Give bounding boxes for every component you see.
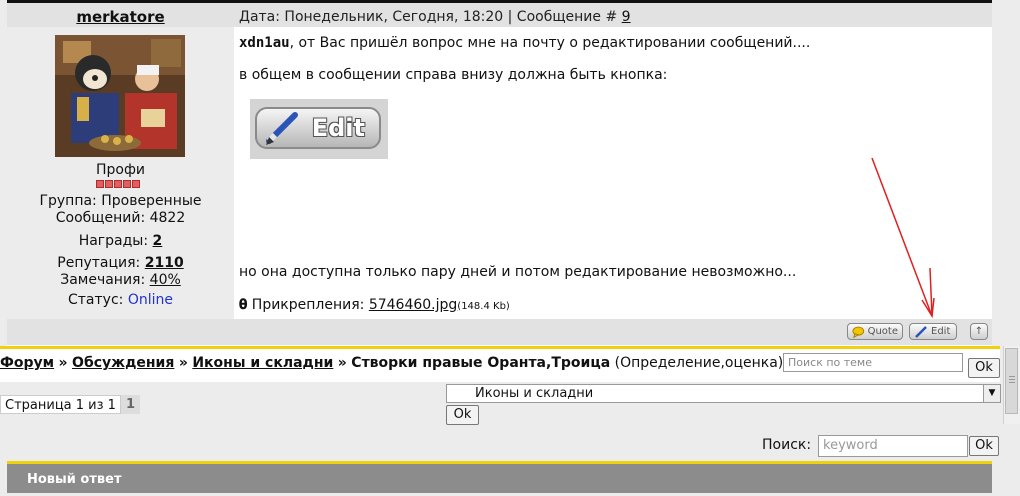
post-text-1: , от Вас пришёл вопрос мне на почту о ре… <box>289 35 811 51</box>
breadcrumb-separator: » <box>58 355 68 371</box>
topic-title: Створки правые Оранта,Троица <box>351 355 611 371</box>
breadcrumb: Форум » Обсуждения » Иконы и складни » С… <box>0 355 783 371</box>
search-placeholder: keyword <box>823 438 878 453</box>
warnings-link[interactable]: 40% <box>150 272 181 288</box>
annotation-arrows <box>871 157 935 319</box>
post-line-1: xdn1au, от Вас пришёл вопрос мне на почт… <box>239 35 810 51</box>
post-date: Дата: Понедельник, Сегодня, 18:20 | Сооб… <box>239 9 618 25</box>
awards-label: Награды: <box>78 233 149 249</box>
breadcrumb-separator: » <box>178 355 188 371</box>
post-number-link[interactable]: 9 <box>622 9 631 25</box>
attach-file-link[interactable]: 5746460.jpg <box>369 297 457 313</box>
search-ok-button[interactable]: Ok <box>969 436 999 456</box>
awards-link[interactable]: 2 <box>153 233 163 249</box>
topic-search-placeholder: Поиск по теме <box>788 356 872 369</box>
author-column: Профи Группа: Проверенные Сообщений: 482… <box>7 27 234 319</box>
author-reputation: Репутация: 2110 <box>7 255 234 271</box>
reputation-link[interactable]: 2110 <box>145 255 184 271</box>
author-header: merkatore <box>7 3 234 27</box>
post-line-2: в общем в сообщении справа внизу должна … <box>239 67 668 83</box>
new-reply-header: Новый ответ <box>7 464 992 493</box>
topic-search-ok-button[interactable]: Ok <box>968 358 1000 378</box>
post-header: Дата: Понедельник, Сегодня, 18:20 | Сооб… <box>234 3 992 27</box>
author-group: Группа: Проверенные <box>39 193 202 209</box>
forum-jump-ok-button[interactable]: Ok <box>446 405 479 425</box>
rank-pip <box>123 180 131 188</box>
topic-search-input[interactable]: Поиск по теме <box>783 353 963 372</box>
search-input[interactable]: keyword <box>818 435 968 457</box>
breadcrumb-forum[interactable]: Форум <box>0 355 54 371</box>
author-status: Статус: Online <box>7 292 234 308</box>
scrollbar-thumb[interactable] <box>1005 348 1018 414</box>
pagination-label: Страница 1 из 1 <box>0 395 121 414</box>
pagination: Страница 1 из 1 1 <box>0 395 140 414</box>
rank-pip <box>96 180 104 188</box>
post-line-3: но она доступна только пару дней и потом… <box>239 264 797 280</box>
edit-image-button: Edit <box>255 107 381 149</box>
breadcrumb-icons[interactable]: Иконы и складни <box>192 355 333 371</box>
page-1[interactable]: 1 <box>120 395 140 414</box>
rank-pip <box>132 180 140 188</box>
status-online: Online <box>127 292 173 308</box>
author-name-link[interactable]: merkatore <box>76 8 164 26</box>
topic-description: (Определение,оценка) <box>614 355 784 371</box>
author-warnings: Замечания: 40% <box>7 272 234 288</box>
post-footer-left <box>7 319 262 345</box>
status-label: Статус: <box>68 292 124 308</box>
author-posts: Сообщений: 4822 <box>55 210 186 226</box>
annotation-arrow-line <box>929 267 933 317</box>
scroll-top-button[interactable]: ↑ <box>970 323 988 340</box>
paperclip-icon: 𝛉 <box>239 297 248 313</box>
search-label: Поиск: <box>762 437 812 453</box>
reputation-label: Репутация: <box>57 255 141 271</box>
avatar <box>55 35 185 157</box>
breadcrumb-separator: » <box>337 355 347 371</box>
edit-image-label: Edit <box>311 114 365 142</box>
author-awards: Награды: 2 <box>7 233 234 249</box>
rank-pip <box>114 180 122 188</box>
attach-label: Прикрепления: <box>251 297 365 313</box>
attach-size: (148.4 Kb) <box>457 301 510 312</box>
chevron-down-icon[interactable]: ▼ <box>983 385 1000 402</box>
arrow-up-icon: ↑ <box>974 326 984 337</box>
rank-pip <box>105 180 113 188</box>
breadcrumb-discussions[interactable]: Обсуждения <box>72 355 174 371</box>
forum-jump-selected: Иконы и складни <box>475 386 594 401</box>
edit-button-image: Edit <box>250 99 388 159</box>
pencil-icon <box>266 112 298 145</box>
annotation-arrow-line <box>871 157 933 317</box>
rank-title: Профи <box>95 162 146 178</box>
attachments: 𝛉 Прикрепления: 5746460.jpg(148.4 Kb) <box>239 297 510 313</box>
mention-name: xdn1au <box>239 35 290 51</box>
avatar-image <box>55 35 185 157</box>
rank-pips <box>96 180 140 188</box>
forum-jump-select[interactable]: Иконы и складни ▼ <box>446 384 1001 403</box>
warnings-label: Замечания: <box>60 272 146 288</box>
